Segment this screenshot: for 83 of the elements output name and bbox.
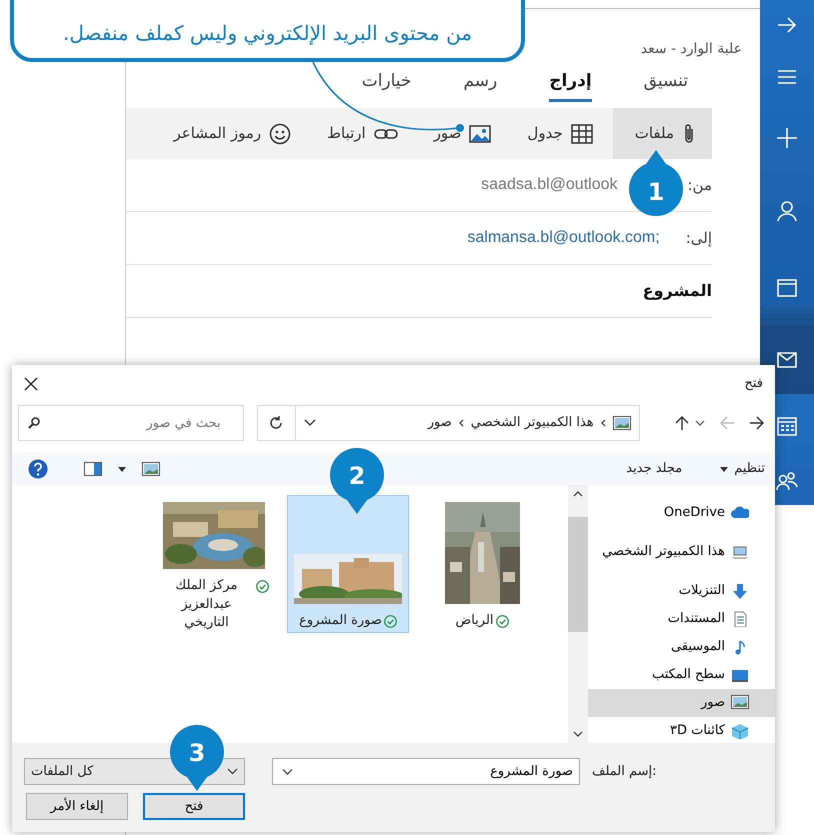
picture-folder-icon	[612, 416, 631, 430]
plus-icon	[776, 127, 798, 149]
download-icon	[731, 583, 749, 599]
folder-icon	[776, 276, 798, 298]
smiley-icon	[269, 122, 292, 144]
step-badge: 2	[330, 448, 384, 514]
nav-item[interactable]: صور	[588, 689, 775, 717]
calendar-icon	[776, 414, 798, 436]
ribbon-tab[interactable]: تنسيق	[644, 69, 688, 102]
toolbar-button[interactable]: صور	[418, 108, 508, 159]
subject-text: المشروع	[642, 280, 712, 302]
callout-text: من محتوى البريد الإلكتروني وليس كملف منفصل.	[63, 20, 472, 47]
right-arrow-icon[interactable]	[749, 416, 765, 430]
nav-item[interactable]: المستندات	[588, 605, 775, 633]
ribbon-tab[interactable]: إدراج	[549, 69, 592, 102]
file-item[interactable]: صورة المشروع	[287, 495, 409, 633]
cancel-button[interactable]: إلغاء الأمر	[26, 793, 128, 820]
scroll-up-icon	[573, 491, 583, 497]
address-bar[interactable]: هذا الكمبيوتر الشخصي صور	[294, 405, 640, 441]
toolbar-button[interactable]: ارتباط	[311, 108, 414, 159]
check-icon	[256, 580, 269, 594]
close-icon[interactable]	[24, 377, 38, 391]
preview-pane-icon[interactable]	[84, 462, 102, 476]
dropdown-icon	[282, 768, 293, 775]
table-icon	[570, 124, 593, 144]
file-name: صورة المشروع	[299, 612, 382, 630]
field-value: saadsa.bl@outlook	[480, 175, 618, 195]
person-icon	[776, 200, 798, 222]
help-icon[interactable]	[28, 459, 48, 479]
breadcrumb[interactable]: صور	[428, 413, 452, 433]
dialog-title: فتح	[744, 375, 763, 394]
refresh-button[interactable]	[256, 405, 295, 441]
link-icon	[374, 126, 398, 140]
search-icon	[28, 417, 40, 429]
cloud-icon	[731, 505, 749, 521]
chevron-icon	[458, 419, 465, 427]
caret-icon[interactable]	[118, 466, 126, 472]
ribbon-tab[interactable]: رسم	[463, 69, 498, 102]
toolbar-button[interactable]: جدول	[511, 108, 609, 159]
file-name: الرياض	[455, 612, 494, 630]
dropdown-icon	[304, 419, 316, 427]
nav-item[interactable]: سطح المكتب	[588, 661, 775, 689]
breadcrumb[interactable]: هذا الكمبيوتر الشخصي	[470, 413, 594, 433]
scrollbar[interactable]	[568, 485, 588, 743]
ribbon-tab[interactable]: خيارات	[362, 69, 412, 102]
caret-icon	[720, 466, 728, 472]
scroll-down-icon	[573, 731, 583, 737]
image-icon	[469, 124, 492, 142]
view-icon[interactable]	[142, 462, 160, 476]
dropdown-icon	[227, 768, 238, 775]
field-label: إلى:	[686, 228, 712, 249]
check-icon	[384, 615, 397, 628]
nav-item[interactable]: OneDrive	[588, 499, 775, 527]
nav-item[interactable]: كائنات ٣D	[588, 717, 775, 745]
up-arrow-icon[interactable]	[675, 415, 689, 431]
open-button[interactable]: فتح	[143, 793, 245, 820]
check-icon	[496, 615, 509, 628]
toolbar-command[interactable]: مجلد جديد	[626, 459, 682, 479]
mail-icon	[776, 349, 798, 371]
toolbar-command[interactable]: تنظيم	[720, 459, 765, 479]
cube-icon	[731, 723, 749, 739]
chevron-icon	[600, 419, 607, 427]
file-item[interactable]: الرياض	[421, 495, 543, 633]
picture-folder-icon	[731, 695, 749, 711]
refresh-icon	[268, 415, 284, 431]
toolbar-button[interactable]: رموز المشاعر	[157, 108, 308, 159]
step-badge: 3	[170, 725, 224, 791]
file-item[interactable]: مركز الملك عبدالعزيز التاريخي	[153, 495, 275, 633]
field-label: من:	[687, 174, 712, 196]
file-name-field[interactable]: صورة المشروع	[272, 758, 580, 785]
toolbar-button[interactable]: ملفات	[612, 108, 712, 159]
nav-item[interactable]: التنزيلات	[588, 577, 775, 605]
search-field[interactable]: بحث في صور	[18, 405, 244, 441]
mailbox-title: علبة الوارد - سعد	[640, 41, 742, 57]
dropdown-icon[interactable]	[695, 420, 705, 426]
computer-icon	[731, 544, 749, 560]
step-badge: 1	[629, 150, 683, 216]
file-name: مركز الملك عبدالعزيز التاريخي	[174, 577, 238, 632]
desktop-icon	[731, 667, 749, 683]
nav-item[interactable]: هذا الكمبيوتر الشخصي	[588, 538, 775, 566]
nav-item[interactable]: الموسيقى	[588, 633, 775, 661]
file-name-label: إسم الملف:	[592, 762, 657, 781]
field-value: salmansa.bl@outlook.com;	[467, 228, 660, 248]
